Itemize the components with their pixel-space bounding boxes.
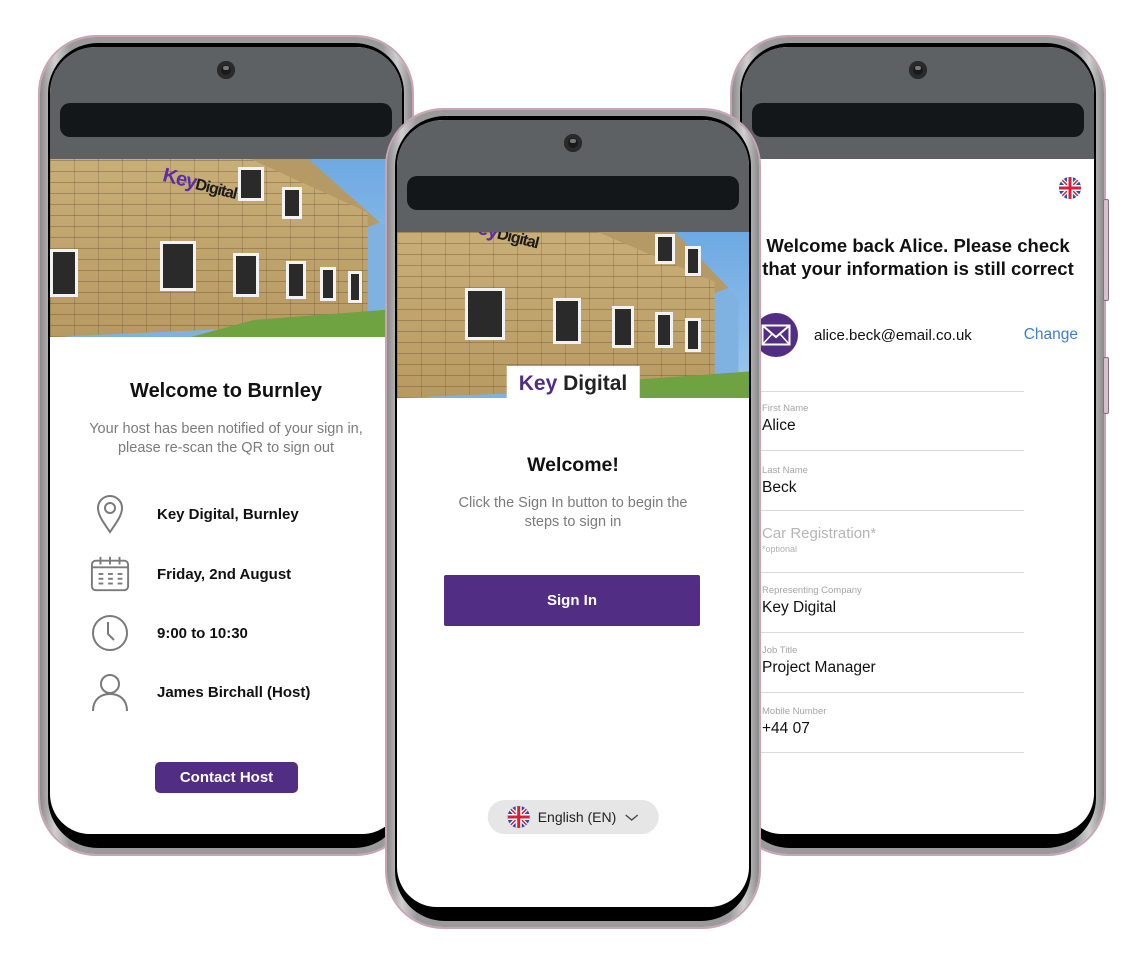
screen-confirmation: KeyDigital Welcome to Burnley Your host … — [50, 47, 402, 834]
envelope-icon — [754, 313, 798, 357]
form-divider-top — [752, 391, 1024, 392]
email-row: alice.beck@email.co.uk Change — [754, 312, 1084, 358]
detail-time: 9:00 to 10:30 — [90, 613, 392, 653]
phone-bezel: KeyDigital Welcome to Burnley Your host … — [48, 43, 404, 848]
detail-location: Key Digital, Burnley — [90, 494, 392, 534]
front-camera-icon — [217, 61, 235, 79]
page-title: Welcome back Alice. Please check that yo… — [762, 235, 1074, 279]
volume-button — [1103, 199, 1109, 301]
power-button — [1103, 357, 1109, 414]
status-bar — [742, 47, 1094, 159]
uk-flag-icon — [507, 806, 530, 828]
page-subtitle: Your host has been notified of your sign… — [89, 421, 363, 456]
phone-confirmation: KeyDigital Welcome to Burnley Your host … — [40, 37, 412, 854]
page-subtitle: Click the Sign In button to begin the st… — [458, 495, 688, 530]
uk-flag-icon[interactable] — [1059, 177, 1081, 199]
office-building-photo: KeyDigital — [50, 159, 402, 337]
front-camera-icon — [564, 134, 582, 152]
calendar-icon — [90, 554, 130, 594]
notification-bar — [407, 176, 739, 210]
job-title-field[interactable]: Job Title Project Manager — [752, 645, 1024, 693]
location-pin-icon — [90, 494, 130, 534]
clock-icon — [90, 613, 130, 653]
person-icon — [90, 672, 130, 712]
notification-bar — [60, 103, 392, 137]
status-bar — [50, 47, 402, 159]
brand-logo: Key Digital — [506, 366, 640, 398]
car-registration-field[interactable]: Car Registration* *optional — [752, 525, 1024, 573]
screen-details-form: Welcome back Alice. Please check that yo… — [742, 47, 1094, 834]
optional-hint: *optional — [762, 544, 798, 554]
screen-welcome: eyDigital Key Digital Welcome! Click the… — [397, 120, 749, 907]
phone-bezel: Welcome back Alice. Please check that yo… — [740, 43, 1096, 848]
notification-bar — [752, 103, 1084, 137]
page-title: Welcome! — [527, 454, 619, 476]
front-camera-icon — [909, 61, 927, 79]
page-title: Welcome to Burnley — [130, 380, 322, 402]
language-label: English (EN) — [537, 809, 617, 825]
change-email-link[interactable]: Change — [1024, 326, 1078, 344]
company-field[interactable]: Representing Company Key Digital — [752, 585, 1024, 633]
phone-welcome: eyDigital Key Digital Welcome! Click the… — [387, 110, 759, 927]
language-selector[interactable]: English (EN) — [487, 800, 659, 834]
mobile-number-field[interactable]: Mobile Number +44 07 — [752, 706, 1024, 753]
car-registration-placeholder[interactable]: Car Registration* — [762, 525, 1024, 542]
phone-details-form: Welcome back Alice. Please check that yo… — [732, 37, 1109, 854]
email-value: alice.beck@email.co.uk — [814, 326, 972, 344]
chevron-down-icon — [624, 809, 638, 825]
detail-host: James Birchall (Host) — [90, 672, 392, 712]
detail-date: Friday, 2nd August — [90, 554, 392, 594]
status-bar — [397, 120, 749, 232]
contact-host-button[interactable]: Contact Host — [155, 762, 298, 793]
last-name-field[interactable]: Last Name Beck — [752, 465, 1024, 511]
phone-bezel: eyDigital Key Digital Welcome! Click the… — [395, 116, 751, 921]
first-name-field[interactable]: First Name Alice — [752, 403, 1024, 451]
office-building-photo: eyDigital Key Digital — [397, 232, 749, 398]
sign-in-button[interactable]: Sign In — [444, 575, 700, 626]
